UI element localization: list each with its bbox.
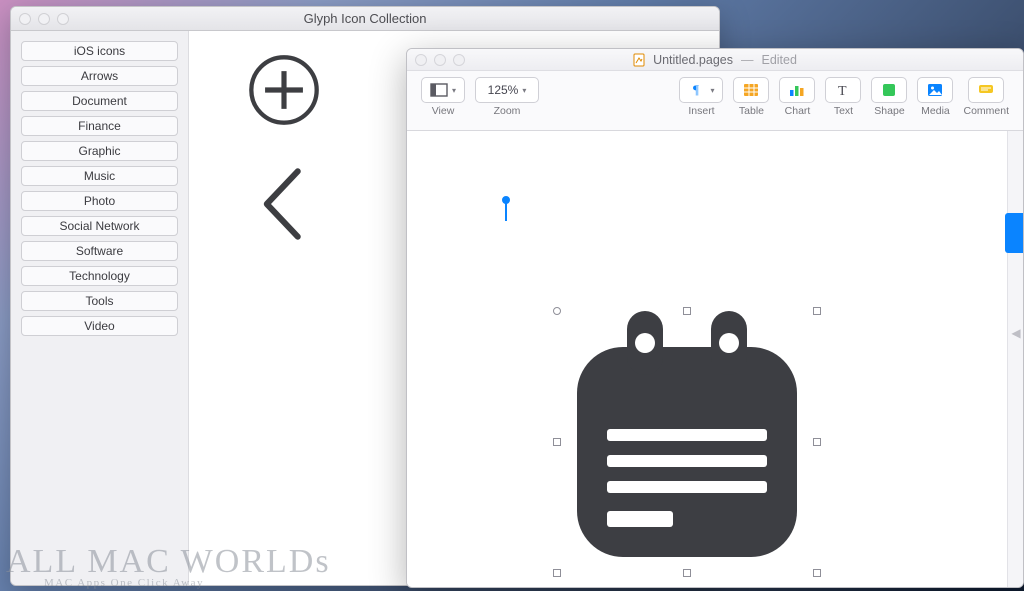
media-label: Media (921, 105, 950, 117)
plus-circle-icon[interactable] (199, 35, 369, 145)
text-icon: T (834, 81, 852, 99)
chevron-down-icon: ▾ (452, 86, 456, 95)
view-button[interactable]: ▾ (421, 77, 465, 103)
traffic-lights (19, 13, 69, 25)
chevron-down-icon: ▾ (710, 86, 714, 95)
comment-icon (977, 81, 995, 99)
resize-handle-top-left[interactable] (553, 307, 561, 315)
text-label: Text (834, 105, 853, 117)
resize-handle-middle-right[interactable] (813, 438, 821, 446)
chart-button[interactable] (779, 77, 815, 103)
pages-title-wrap: Untitled.pages — Edited (407, 53, 1023, 67)
pages-doc-icon (633, 53, 645, 67)
collapse-inspector-icon[interactable]: ◀ (1009, 321, 1023, 345)
view-label: View (432, 105, 455, 117)
table-icon (742, 81, 760, 99)
pages-title-separator: — (741, 53, 754, 67)
category-document[interactable]: Document (21, 91, 178, 111)
svg-text:T: T (838, 84, 847, 99)
resize-handle-bottom-middle[interactable] (683, 569, 691, 577)
resize-handle-middle-left[interactable] (553, 438, 561, 446)
category-tools[interactable]: Tools (21, 291, 178, 311)
zoom-value: 125% (488, 83, 519, 97)
category-music[interactable]: Music (21, 166, 178, 186)
media-button[interactable] (917, 77, 953, 103)
resize-handle-top-middle[interactable] (683, 307, 691, 315)
chevron-down-icon: ▾ (522, 86, 526, 95)
glyph-window-titlebar[interactable]: Glyph Icon Collection (11, 7, 719, 31)
zoom-button[interactable]: 125% ▾ (475, 77, 539, 103)
insert-button[interactable]: ¶ ▾ (679, 77, 723, 103)
svg-text:¶: ¶ (693, 82, 699, 97)
pages-document-title: Untitled.pages (653, 53, 733, 67)
category-photo[interactable]: Photo (21, 191, 178, 211)
category-technology[interactable]: Technology (21, 266, 178, 286)
category-social-network[interactable]: Social Network (21, 216, 178, 236)
glyph-window-title: Glyph Icon Collection (11, 11, 719, 26)
category-arrows[interactable]: Arrows (21, 66, 178, 86)
notepad-glyph-icon (557, 311, 817, 573)
chart-label: Chart (785, 105, 811, 117)
category-finance[interactable]: Finance (21, 116, 178, 136)
media-icon (926, 81, 944, 99)
pages-toolbar: ▾ View 125% ▾ Zoom ¶ ▾ Insert Table (407, 71, 1023, 131)
pages-window-titlebar[interactable]: Untitled.pages — Edited (407, 49, 1023, 71)
category-video[interactable]: Video (21, 316, 178, 336)
resize-handle-bottom-left[interactable] (553, 569, 561, 577)
comment-button[interactable] (968, 77, 1004, 103)
shape-button[interactable] (871, 77, 907, 103)
pages-document-window: Untitled.pages — Edited ▾ View 125% ▾ Zo… (406, 48, 1024, 588)
chart-icon (788, 81, 806, 99)
zoom-window-icon[interactable] (57, 13, 69, 25)
format-tab-handle[interactable] (1005, 213, 1023, 253)
text-cursor-indicator (505, 201, 507, 221)
zoom-label: Zoom (494, 105, 521, 117)
insert-label: Insert (688, 105, 714, 117)
watermark-line1: ALL MAC WORLDs (6, 543, 331, 581)
category-ios-icons[interactable]: iOS icons (21, 41, 178, 61)
inspector-rail (1007, 131, 1023, 587)
category-sidebar: iOS icons Arrows Document Finance Graphi… (11, 31, 189, 585)
category-graphic[interactable]: Graphic (21, 141, 178, 161)
pages-document-status: Edited (761, 53, 796, 67)
close-window-icon[interactable] (19, 13, 31, 25)
text-button[interactable]: T (825, 77, 861, 103)
view-icon (430, 81, 448, 99)
selected-shape-notepad[interactable] (557, 311, 817, 573)
pages-canvas[interactable]: ◀ (407, 131, 1023, 587)
table-label: Table (739, 105, 764, 117)
table-button[interactable] (733, 77, 769, 103)
shape-icon (880, 81, 898, 99)
chevron-left-icon[interactable] (199, 149, 369, 259)
shape-label: Shape (874, 105, 904, 117)
comment-label: Comment (963, 105, 1009, 117)
insert-icon: ¶ (688, 81, 706, 99)
minimize-window-icon[interactable] (38, 13, 50, 25)
category-software[interactable]: Software (21, 241, 178, 261)
watermark: ALL MAC WORLDs MAC Apps One Click Away (6, 543, 331, 589)
resize-handle-top-right[interactable] (813, 307, 821, 315)
resize-handle-bottom-right[interactable] (813, 569, 821, 577)
